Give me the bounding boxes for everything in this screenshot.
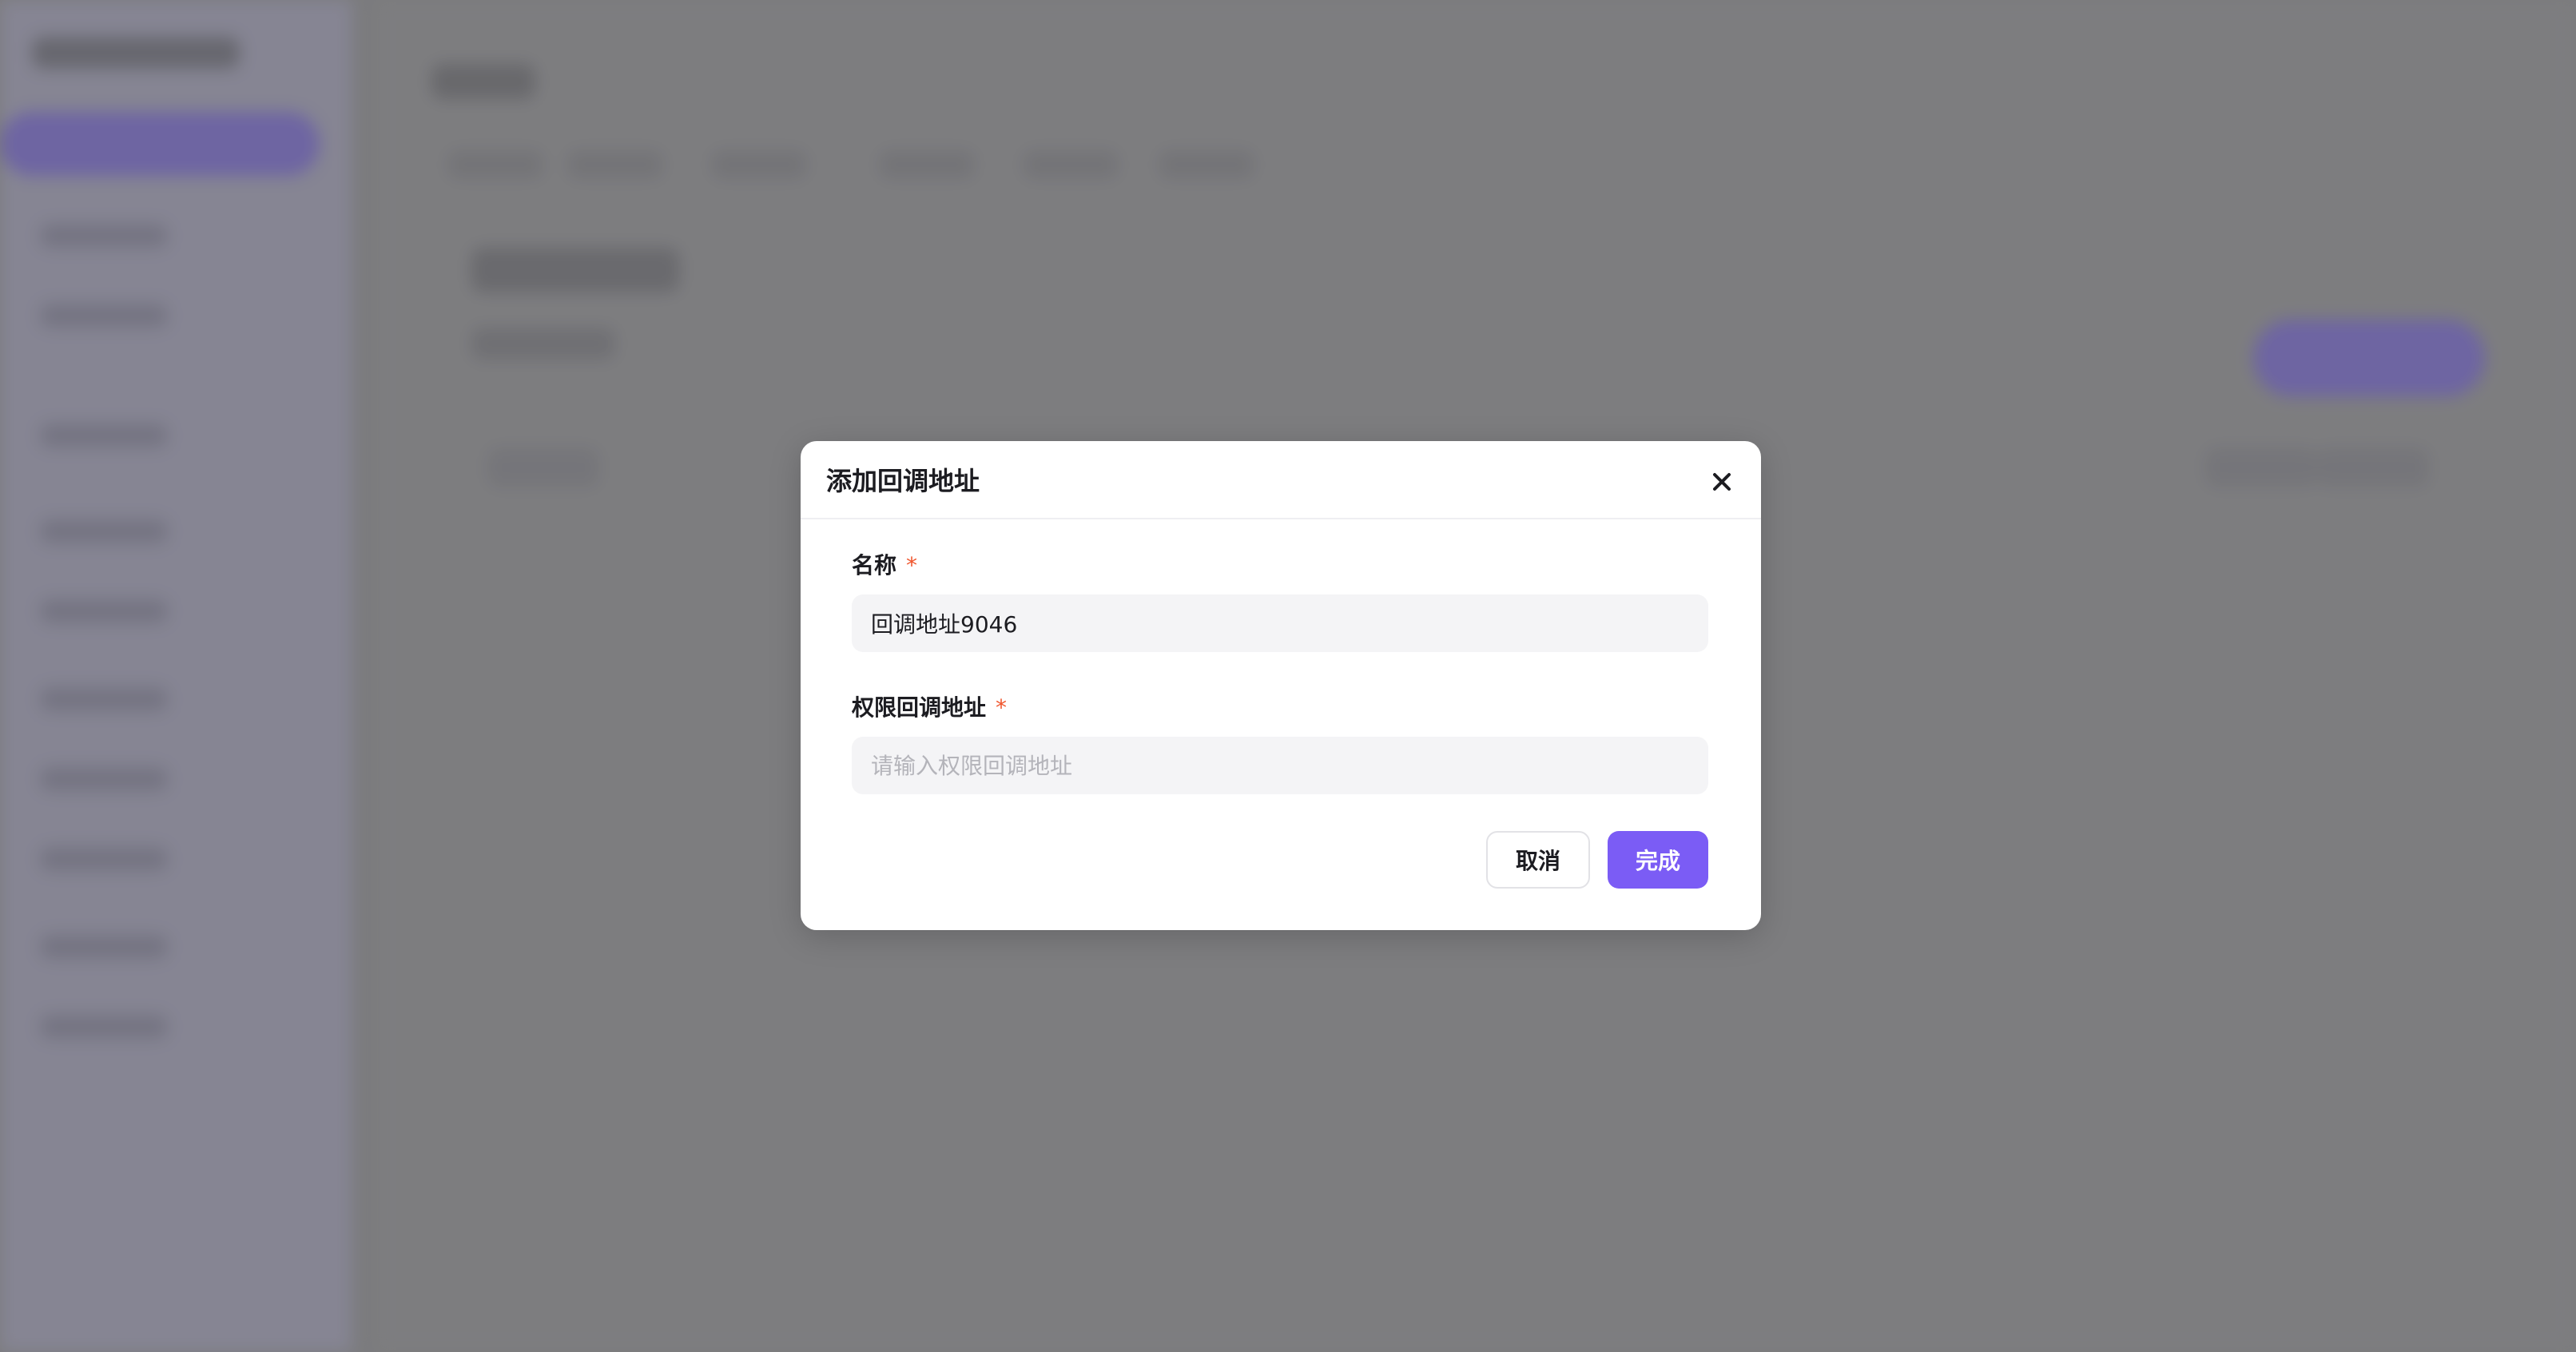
close-icon	[1711, 471, 1732, 495]
required-mark: *	[906, 552, 918, 579]
add-callback-dialog: 添加回调地址 名称 * 权限回调地址 * 取消 完成	[801, 441, 1761, 930]
dialog-title: 添加回调地址	[826, 466, 980, 496]
name-label-text: 名称	[852, 552, 897, 579]
name-field-label: 名称 *	[852, 550, 917, 582]
confirm-button[interactable]: 完成	[1608, 831, 1708, 889]
callback-url-label-text: 权限回调地址	[852, 694, 987, 721]
name-input[interactable]	[852, 594, 1708, 652]
close-button[interactable]	[1702, 463, 1742, 503]
dialog-header: 添加回调地址	[801, 441, 1761, 519]
callback-url-field-label: 权限回调地址 *	[852, 692, 1007, 724]
cancel-button[interactable]: 取消	[1486, 831, 1590, 889]
callback-url-input[interactable]	[852, 737, 1708, 794]
required-mark: *	[996, 694, 1008, 721]
